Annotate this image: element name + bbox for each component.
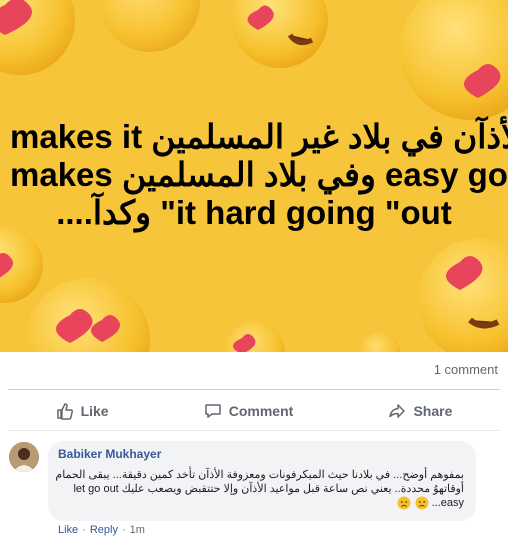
meme-line: makes وفي بلاد المسلمين easy going: [10, 156, 508, 193]
like-button[interactable]: Like: [42, 396, 123, 426]
comment-line: أوقاتهوُ محددة.. يعني نص ساعة قبل مواعيد…: [73, 483, 464, 495]
comment-line: easy...: [431, 497, 464, 509]
avatar[interactable]: [9, 442, 39, 472]
comment-button[interactable]: Comment: [190, 396, 308, 426]
comment-like-link[interactable]: Like: [58, 524, 78, 536]
worried-face-icon: [397, 496, 411, 510]
meme-line: makes it الأذآن في بلاد غير المسلمين: [10, 118, 508, 155]
comment-author-link[interactable]: Babiker Mukhayer: [58, 447, 464, 461]
worried-face-icon: [415, 496, 429, 510]
divider: [8, 389, 500, 390]
comment-label: Comment: [228, 403, 294, 419]
comments-count-link[interactable]: 1 comment: [434, 362, 498, 377]
comment-footer: Like · Reply · 1m: [58, 524, 145, 536]
comment-line-last: easy...: [58, 496, 464, 510]
comment-timestamp[interactable]: 1m: [130, 524, 145, 536]
comment-reply-link[interactable]: Reply: [90, 524, 118, 536]
post-image[interactable]: makes it الأذآن في بلاد غير المسلمين mak…: [0, 0, 508, 352]
divider: [8, 430, 500, 431]
like-label: Like: [80, 403, 109, 419]
comment-bubble: Babiker Mukhayer بمفوهم أوضح... في بلادن…: [48, 441, 476, 521]
meme-caption: makes it الأذآن في بلاد غير المسلمين mak…: [10, 118, 508, 232]
post-actions-bar: Like Comment Share: [8, 394, 500, 428]
comment-line: بمفوهم أوضح... في بلادنا حيث الميكرفونات…: [55, 469, 464, 481]
comment-text: بمفوهم أوضح... في بلادنا حيث الميكرفونات…: [55, 468, 464, 510]
thumbs-up-icon: [56, 403, 73, 420]
share-arrow-icon: [389, 404, 406, 418]
comment-bubble-icon: [205, 404, 221, 418]
separator-dot: ·: [121, 524, 126, 536]
avatar-image: [9, 442, 39, 472]
meme-line: ....وكدآ "it hard going "out: [56, 194, 452, 231]
share-label: Share: [413, 403, 453, 419]
separator-dot: ·: [82, 524, 86, 536]
share-button[interactable]: Share: [374, 396, 466, 426]
